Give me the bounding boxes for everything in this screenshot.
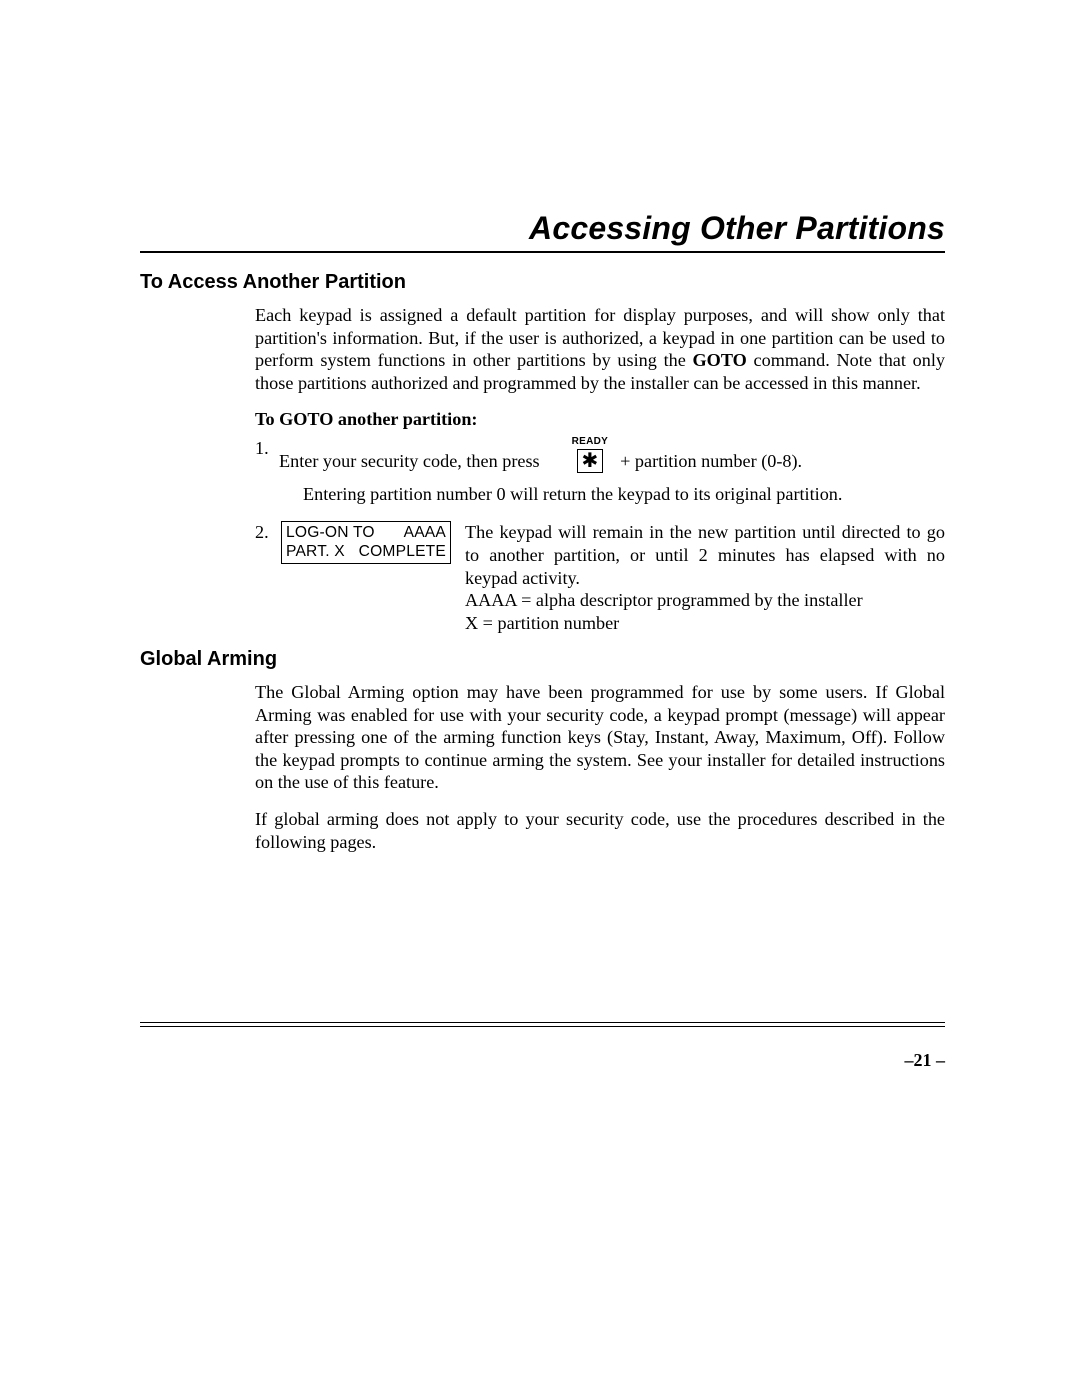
page-number: –21 – (905, 1050, 946, 1071)
step2-aaaa: AAAA = alpha descriptor programmed by th… (465, 589, 945, 612)
step2-para: The keypad will remain in the new partit… (465, 521, 945, 589)
lcd-display: LOG-ON TO AAAA PART. X COMPLETE (281, 521, 451, 563)
page-title: Accessing Other Partitions (140, 210, 945, 247)
step-1-content: Enter your security code, then press REA… (279, 437, 945, 514)
step-1-note: Entering partition number 0 will return … (303, 483, 945, 506)
title-rule (140, 251, 945, 253)
ready-key-label: READY (572, 437, 609, 447)
goto-subheading: To GOTO another partition: (255, 408, 945, 431)
section2-para1: The Global Arming option may have been p… (255, 681, 945, 794)
step2-x: X = partition number (465, 612, 945, 635)
footer-rule-bottom (140, 1026, 945, 1027)
star-key-icon: ✱ (577, 449, 603, 473)
document-page: Accessing Other Partitions To Access Ano… (0, 0, 1080, 1397)
footer-rule (140, 1022, 945, 1027)
step-2: 2. LOG-ON TO AAAA PART. X COMPLETE (255, 521, 945, 634)
step-1-line: Enter your security code, then press REA… (279, 437, 945, 473)
step-1: 1. Enter your security code, then press … (255, 437, 945, 514)
lcd-r2a: PART. X (286, 543, 345, 561)
section1-para1: Each keypad is assigned a default partit… (255, 304, 945, 394)
step-2-text: The keypad will remain in the new partit… (465, 521, 945, 634)
section-heading-access: To Access Another Partition (140, 271, 945, 294)
lcd-r2b: COMPLETE (359, 543, 446, 561)
step-2-content: LOG-ON TO AAAA PART. X COMPLETE The keyp… (279, 521, 945, 634)
section2-para2: If global arming does not apply to your … (255, 808, 945, 853)
step-2-number: 2. (255, 521, 279, 544)
ready-key: READY ✱ (572, 437, 609, 473)
goto-keyword: GOTO (693, 350, 747, 370)
footer-rule-top (140, 1022, 945, 1023)
section2-body: The Global Arming option may have been p… (255, 681, 945, 853)
goto-steps: 1. Enter your security code, then press … (255, 437, 945, 634)
lcd-display-wrap: LOG-ON TO AAAA PART. X COMPLETE (279, 521, 451, 563)
section-heading-global-arming: Global Arming (140, 648, 945, 671)
lcd-row-1: LOG-ON TO AAAA (282, 522, 450, 541)
lcd-r1b: AAAA (404, 524, 446, 542)
section1-body: Each keypad is assigned a default partit… (255, 304, 945, 634)
step-1-number: 1. (255, 437, 279, 460)
step-1-lead: Enter your security code, then press (279, 450, 540, 473)
lcd-row-2: PART. X COMPLETE (282, 542, 450, 563)
lcd-r1a: LOG-ON TO (286, 524, 375, 542)
step-1-trail: + partition number (0-8). (620, 450, 802, 473)
